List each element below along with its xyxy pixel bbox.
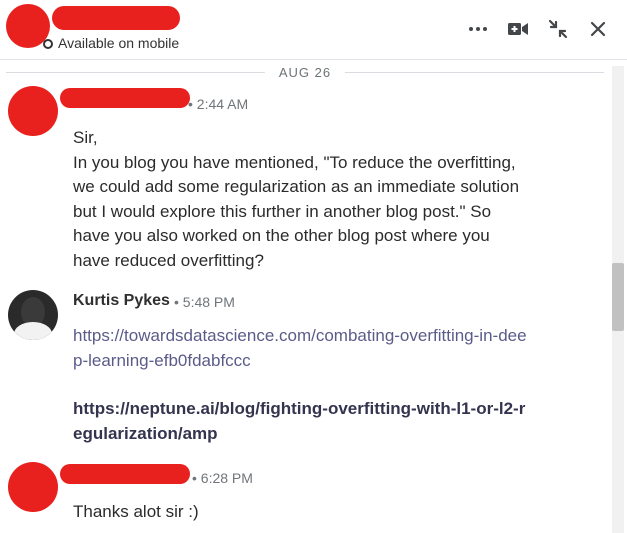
header-actions	[467, 18, 609, 40]
message-list[interactable]: AUG 26 • 2:44 AM Sir, In you blog you ha…	[0, 60, 627, 533]
sender-avatar-redacted[interactable]	[8, 86, 58, 136]
more-options-icon[interactable]	[467, 18, 489, 40]
message-text: Thanks alot sir :)	[73, 502, 199, 521]
date-divider: AUG 26	[6, 65, 604, 80]
message-time: • 6:28 PM	[192, 470, 253, 486]
sender-avatar[interactable]	[8, 290, 58, 340]
minimize-icon[interactable]	[547, 18, 569, 40]
message-link[interactable]: https://neptune.ai/blog/fighting-overfit…	[73, 397, 533, 446]
message-time: • 2:44 AM	[188, 96, 249, 112]
message-item: Kurtis Pykes • 5:48 PM https://towardsda…	[0, 288, 600, 453]
sender-name-redacted[interactable]	[60, 464, 190, 484]
message-link[interactable]: https://towardsdatascience.com/combating…	[73, 324, 533, 373]
presence-status: Available on mobile	[58, 35, 180, 51]
close-icon[interactable]	[587, 18, 609, 40]
message-time: • 5:48 PM	[174, 294, 235, 310]
message-item: • 2:44 AM Sir, In you blog you have ment…	[0, 82, 600, 272]
contact-name-redacted[interactable]	[52, 6, 180, 30]
sender-name[interactable]: Kurtis Pykes	[73, 292, 170, 310]
avatar-shirt	[14, 322, 52, 340]
message-item: • 6:28 PM Thanks alot sir :)	[0, 458, 600, 533]
mobile-presence-icon	[43, 39, 53, 49]
message-text: Sir, In you blog you have mentioned, "To…	[73, 128, 520, 270]
scrollbar-thumb[interactable]	[612, 263, 624, 331]
chat-header: Available on mobile	[0, 0, 627, 60]
video-call-icon[interactable]	[507, 18, 529, 40]
sender-name-redacted[interactable]	[60, 88, 190, 108]
date-label: AUG 26	[264, 65, 346, 80]
sender-avatar-redacted[interactable]	[8, 462, 58, 512]
